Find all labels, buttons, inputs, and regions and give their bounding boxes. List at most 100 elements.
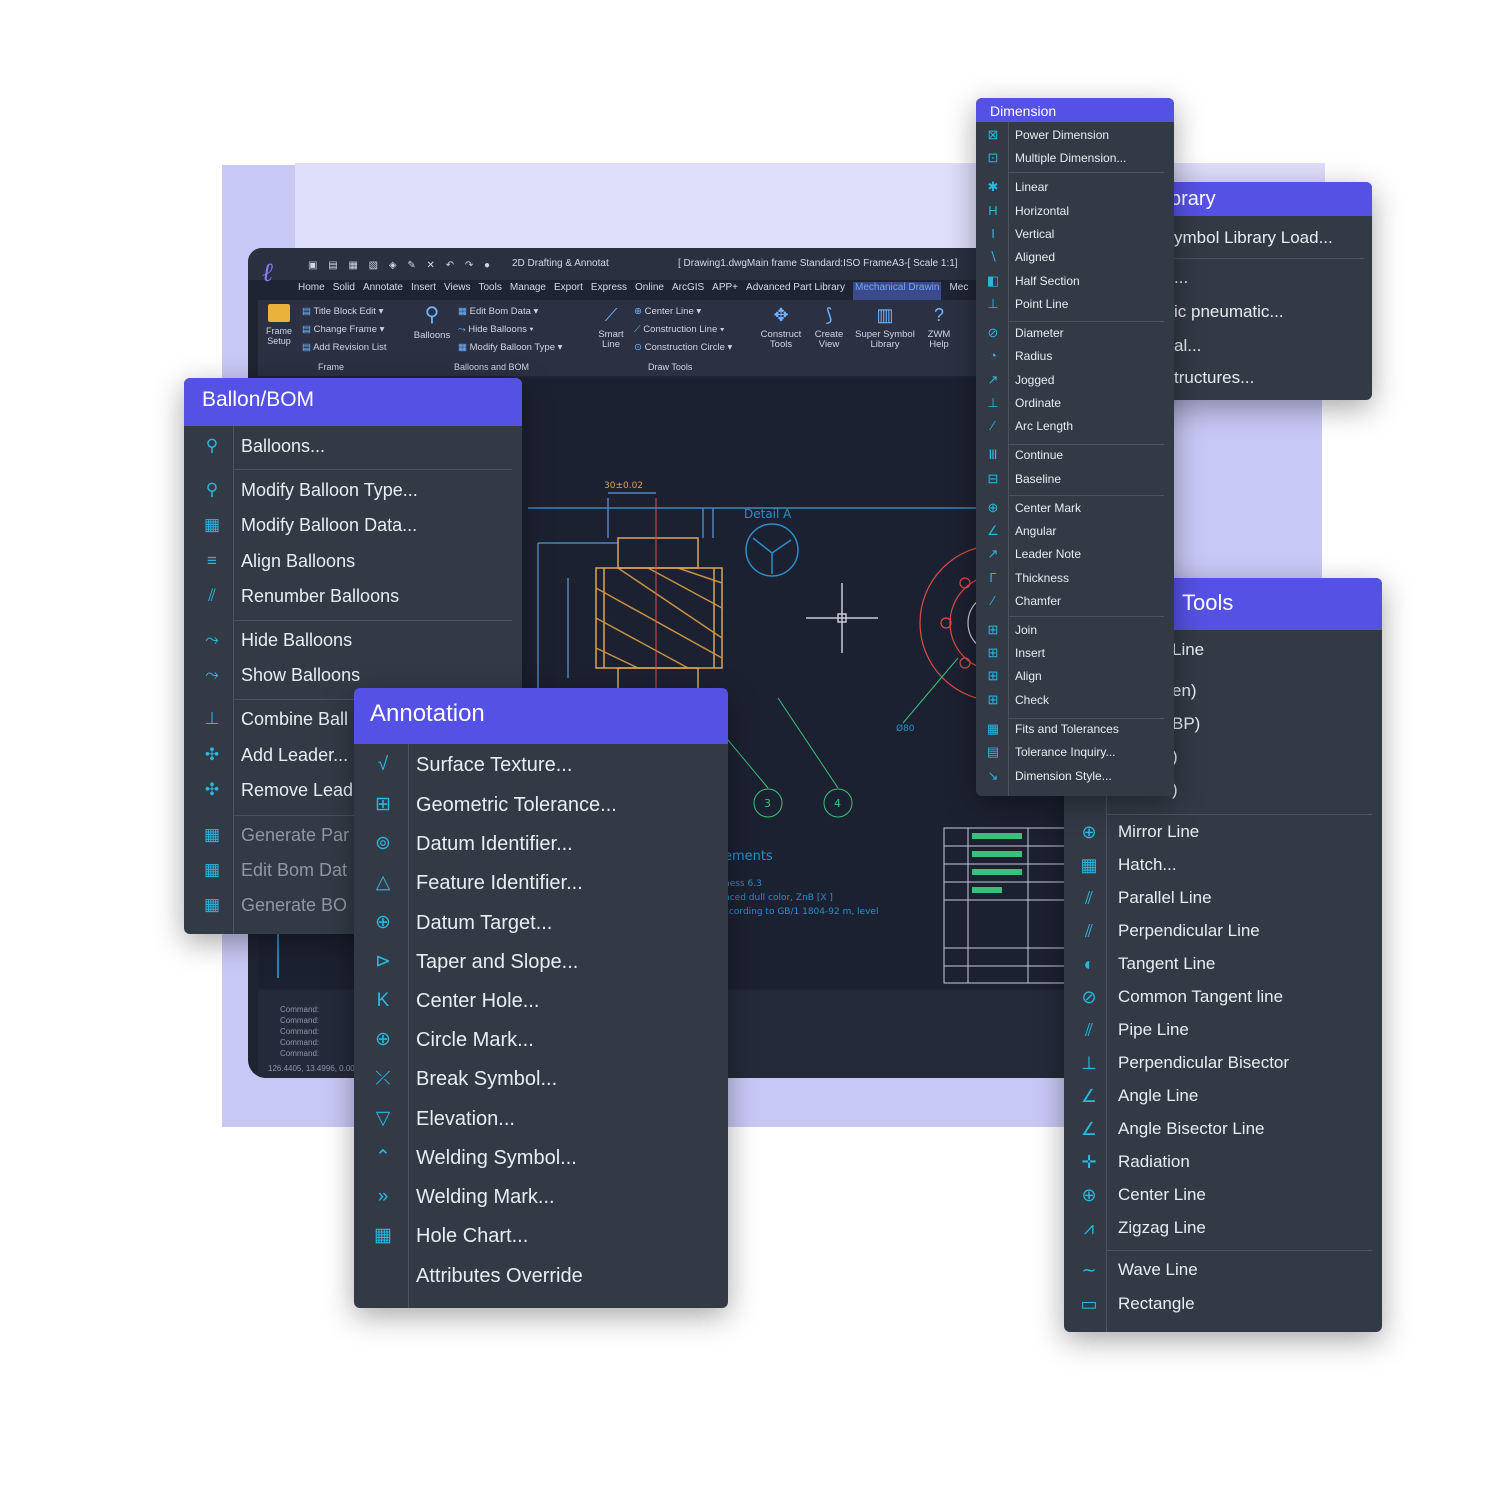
annotation-item-3[interactable]: ⊚ Datum Identifier... <box>354 827 728 861</box>
symbol-library-item[interactable]: ic pneumatic... <box>1174 299 1284 325</box>
draw-tools-item-15[interactable]: ▭ Rectangle <box>1064 1289 1382 1319</box>
annotation-item-5[interactable]: ⊕ Datum Target... <box>354 906 728 940</box>
dimension-item-21[interactable]: ⊞ Join <box>976 619 1174 641</box>
annotation-item-11[interactable]: ⌃ Welding Symbol... <box>354 1141 728 1175</box>
menu-item[interactable]: Advanced Part Library <box>746 282 845 300</box>
draw-tools-item-7[interactable]: ⫽ Pipe Line <box>1064 1015 1382 1045</box>
symbol-library-item[interactable]: ymbol Library Load... <box>1174 225 1333 251</box>
menu-item[interactable]: Annotate <box>363 282 403 300</box>
draw-tools-item-10[interactable]: ∠ Angle Bisector Line <box>1064 1114 1382 1144</box>
balloon-bom-item-4[interactable]: ≡ Align Balloons <box>184 546 522 576</box>
balloon-bom-item-6[interactable]: ⤳ Hide Balloons <box>184 625 522 655</box>
menu-item[interactable]: Mechanical Drawin <box>852 282 942 300</box>
construction-circle-button[interactable]: ⊙ Construction Circle ▾ <box>634 342 732 353</box>
annotation-item-9[interactable]: ⤫ Break Symbol... <box>354 1062 728 1096</box>
title-block-edit-button[interactable]: ▤ Title Block Edit ▾ <box>302 306 383 317</box>
draw-tools-item-3[interactable]: ⫽ Parallel Line <box>1064 883 1382 913</box>
annotation-item-14[interactable]: Attributes Override <box>354 1259 728 1293</box>
menu-item[interactable]: Mec <box>949 282 968 300</box>
edit-bom-data-button[interactable]: ▦ Edit Bom Data ▾ <box>458 306 538 317</box>
frame-setup-button[interactable]: Frame Setup <box>264 304 294 346</box>
draw-tools-item-8[interactable]: ⊥ Perpendicular Bisector <box>1064 1048 1382 1078</box>
annotation-item-10[interactable]: ▽ Elevation... <box>354 1102 728 1136</box>
draw-tools-item-13[interactable]: ⩘ Zigzag Line <box>1064 1213 1382 1243</box>
center-line-button[interactable]: ⊕ Center Line ▾ <box>634 306 701 317</box>
draw-tools-item-5[interactable]: ◐ Tangent Line <box>1064 949 1382 979</box>
balloon-bom-item-1[interactable]: ⚲ Balloons... <box>184 431 522 461</box>
smart-line-button[interactable]: ⟋ Smart Line <box>594 304 628 350</box>
annotation-item-12[interactable]: » Welding Mark... <box>354 1180 728 1214</box>
annotation-item-6[interactable]: ⊳ Taper and Slope... <box>354 945 728 979</box>
quick-access-icons[interactable]: ▣ ▤ ▦ ▧ ◈ ✎ ✕ ↶ ↷ ● <box>308 260 494 271</box>
dimension-item-24[interactable]: ⊞ Check <box>976 689 1174 711</box>
draw-tools-partial-item[interactable]: BP) <box>1172 711 1200 737</box>
dimension-item-13[interactable]: ⁄ Arc Length <box>976 415 1174 437</box>
draw-tools-partial-item[interactable]: Line <box>1172 637 1204 663</box>
modify-balloon-type-button[interactable]: ▦ Modify Balloon Type ▾ <box>458 342 562 353</box>
menu-item[interactable]: Online <box>635 282 664 300</box>
draw-tools-item-11[interactable]: ✛ Radiation <box>1064 1147 1382 1177</box>
draw-tools-item-12[interactable]: ⊕ Center Line <box>1064 1180 1382 1210</box>
annotation-item-2[interactable]: ⊞ Geometric Tolerance... <box>354 788 728 822</box>
balloon-bom-item-3[interactable]: ▦ Modify Balloon Data... <box>184 510 522 540</box>
annotation-item-4[interactable]: △ Feature Identifier... <box>354 866 728 900</box>
balloon-bom-item-7[interactable]: ⤳ Show Balloons <box>184 660 522 690</box>
dimension-item-2[interactable]: ⊡ Multiple Dimension... <box>976 147 1174 169</box>
zwm-help-button[interactable]: ? ZWM Help <box>924 304 954 350</box>
dimension-item-19[interactable]: Γ Thickness <box>976 567 1174 589</box>
draw-tools-item-9[interactable]: ∠ Angle Line <box>1064 1081 1382 1111</box>
symbol-library-item[interactable]: al... <box>1174 333 1201 359</box>
annotation-item-7[interactable]: K Center Hole... <box>354 984 728 1018</box>
symbol-library-item[interactable]: ... <box>1174 265 1188 291</box>
create-view-button[interactable]: ⟆ Create View <box>812 304 846 350</box>
dimension-item-3[interactable]: ✱ Linear <box>976 176 1174 198</box>
dimension-item-23[interactable]: ⊞ Align <box>976 665 1174 687</box>
dimension-item-27[interactable]: ↘ Dimension Style... <box>976 765 1174 787</box>
menu-item[interactable]: Tools <box>479 282 502 300</box>
dimension-item-7[interactable]: ◧ Half Section <box>976 270 1174 292</box>
workspace-selector[interactable]: 2D Drafting & Annotat <box>512 258 609 269</box>
dimension-item-12[interactable]: ⊥ Ordinate <box>976 392 1174 414</box>
dimension-item-16[interactable]: ⊕ Center Mark <box>976 497 1174 519</box>
dimension-item-5[interactable]: I Vertical <box>976 223 1174 245</box>
annotation-item-8[interactable]: ⊕ Circle Mark... <box>354 1023 728 1057</box>
annotation-item-1[interactable]: √ Surface Texture... <box>354 748 728 782</box>
dimension-item-1[interactable]: ⊠ Power Dimension <box>976 124 1174 146</box>
menu-item[interactable]: Manage <box>510 282 546 300</box>
hide-balloons-button[interactable]: ⤳ Hide Balloons ▾ <box>458 324 534 335</box>
dimension-item-22[interactable]: ⊞ Insert <box>976 642 1174 664</box>
change-frame-button[interactable]: ▤ Change Frame ▾ <box>302 324 384 335</box>
draw-tools-partial-item[interactable]: en) <box>1172 678 1197 704</box>
draw-tools-item-1[interactable]: ⊕ Mirror Line <box>1064 817 1382 847</box>
dimension-item-11[interactable]: ↗ Jogged <box>976 369 1174 391</box>
menu-item[interactable]: Views <box>444 282 471 300</box>
menu-item[interactable]: Home <box>298 282 325 300</box>
super-symbol-library-button[interactable]: ▥ Super Symbol Library <box>852 304 918 350</box>
add-revision-list-button[interactable]: ▤ Add Revision List <box>302 342 387 353</box>
construction-line-button[interactable]: ⟋ Construction Line ▾ <box>634 324 725 335</box>
dimension-item-6[interactable]: ∖ Aligned <box>976 246 1174 268</box>
dimension-item-8[interactable]: ⊥ Point Line <box>976 293 1174 315</box>
annotation-item-13[interactable]: ▦ Hole Chart... <box>354 1219 728 1253</box>
draw-tools-item-14[interactable]: ∼ Wave Line <box>1064 1255 1382 1285</box>
balloons-button[interactable]: ⚲ Balloons <box>412 304 452 341</box>
balloon-bom-item-2[interactable]: ⚲ Modify Balloon Type... <box>184 475 522 505</box>
draw-tools-item-4[interactable]: ⫽ Perpendicular Line <box>1064 916 1382 946</box>
menu-item[interactable]: Express <box>591 282 627 300</box>
dimension-item-15[interactable]: ⊟ Baseline <box>976 468 1174 490</box>
dimension-item-18[interactable]: ↗ Leader Note <box>976 543 1174 565</box>
draw-tools-item-6[interactable]: ⊘ Common Tangent line <box>1064 982 1382 1012</box>
menu-item[interactable]: Export <box>554 282 583 300</box>
menu-item[interactable]: Insert <box>411 282 436 300</box>
construct-tools-button[interactable]: ✥ Construct Tools <box>758 304 804 350</box>
draw-tools-item-2[interactable]: ▦ Hatch... <box>1064 850 1382 880</box>
symbol-library-item[interactable]: tructures... <box>1174 365 1254 391</box>
dimension-item-25[interactable]: ▦ Fits and Tolerances <box>976 718 1174 740</box>
dimension-item-17[interactable]: ∠ Angular <box>976 520 1174 542</box>
dimension-item-26[interactable]: ▤ Tolerance Inquiry... <box>976 741 1174 763</box>
menu-item[interactable]: Solid <box>333 282 355 300</box>
menu-item[interactable]: ArcGIS <box>672 282 704 300</box>
balloon-bom-item-5[interactable]: ⫽ Renumber Balloons <box>184 581 522 611</box>
dimension-item-9[interactable]: ⊘ Diameter <box>976 322 1174 344</box>
dimension-item-4[interactable]: H Horizontal <box>976 200 1174 222</box>
